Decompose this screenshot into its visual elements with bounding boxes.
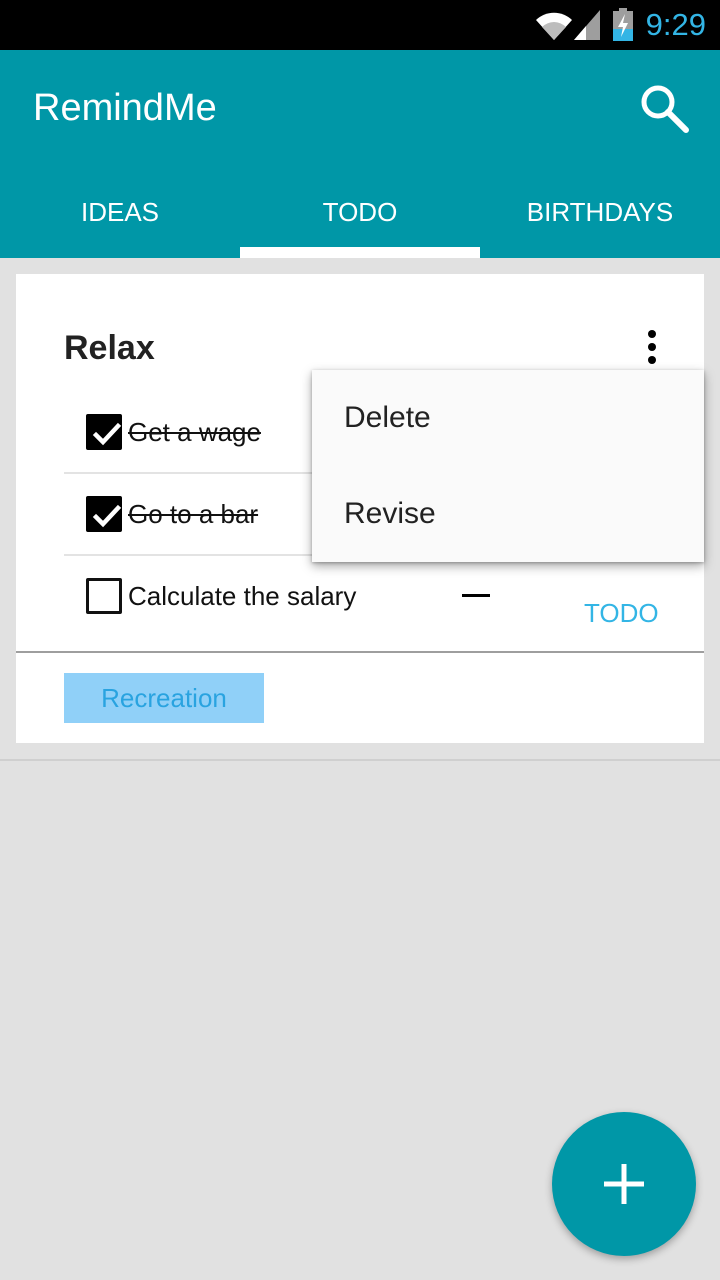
todo-item-label: Go to a bar: [128, 499, 259, 529]
tab-todo[interactable]: TODO: [240, 182, 480, 258]
overflow-menu-button[interactable]: [640, 328, 664, 366]
tab-selected-indicator: [240, 247, 480, 258]
menu-item-delete-label: Delete: [344, 401, 431, 434]
wifi-icon: [536, 12, 572, 41]
menu-item-delete[interactable]: Delete: [312, 370, 704, 466]
tag-chip[interactable]: Recreation: [64, 673, 264, 723]
tab-birthdays[interactable]: BIRTHDAYS: [480, 182, 720, 258]
todo-item-label: Calculate the salary: [128, 581, 357, 611]
card-divider: [16, 651, 704, 653]
tab-ideas-label: IDEAS: [80, 197, 160, 227]
status-time: 9:29: [645, 7, 706, 42]
plus-icon: [604, 1164, 644, 1204]
menu-item-revise-label: Revise: [344, 497, 436, 530]
status-bar: 9:29: [0, 0, 720, 50]
app-bar: RemindMe IDEAS TODO BIRTHDAYS: [0, 50, 720, 258]
tab-ideas[interactable]: IDEAS: [0, 182, 240, 258]
app-title: RemindMe: [33, 87, 217, 129]
todo-item-label: Get a wage: [128, 417, 261, 447]
search-button[interactable]: [636, 80, 692, 136]
tab-bar: IDEAS TODO BIRTHDAYS: [0, 182, 720, 258]
todo-item[interactable]: Calculate the salary: [64, 556, 624, 636]
search-icon: [641, 85, 689, 133]
add-fab-button[interactable]: [552, 1112, 696, 1256]
checkbox-checked[interactable]: [86, 496, 122, 532]
status-label[interactable]: TODO: [584, 596, 659, 630]
checkbox-checked[interactable]: [86, 414, 122, 450]
signal-icon: [574, 10, 600, 40]
tab-todo-label: TODO: [322, 197, 398, 227]
content-divider: [0, 759, 720, 761]
check-icon: [92, 422, 122, 446]
card-title: Relax: [64, 329, 155, 367]
checkbox-unchecked[interactable]: [86, 578, 122, 614]
check-icon: [92, 504, 122, 528]
collapse-minus-icon[interactable]: [462, 594, 490, 597]
menu-item-revise[interactable]: Revise: [312, 466, 704, 562]
tab-birthdays-label: BIRTHDAYS: [526, 197, 674, 227]
battery-charging-icon: [613, 8, 633, 41]
popup-menu: Delete Revise: [312, 370, 704, 562]
